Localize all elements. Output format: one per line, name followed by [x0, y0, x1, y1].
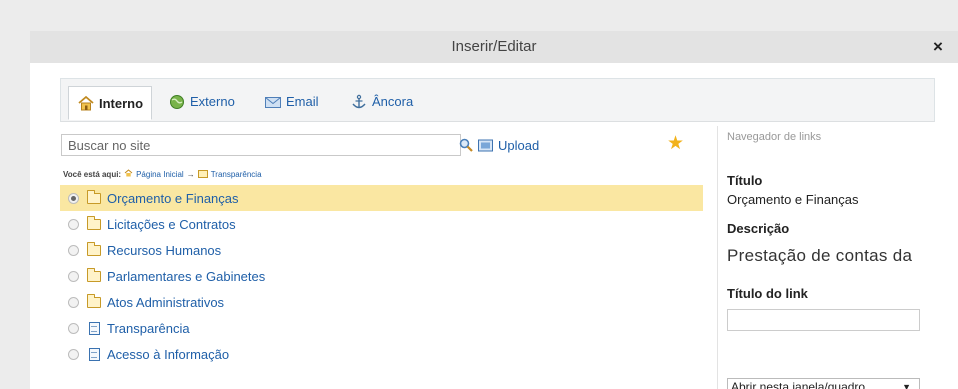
tab-email[interactable]: Email	[264, 86, 319, 117]
content-list: Orçamento e Finanças Licitações e Contra…	[60, 185, 703, 367]
radio-button[interactable]	[68, 218, 79, 230]
home-icon	[77, 95, 95, 111]
tab-interno[interactable]: Interno	[68, 86, 153, 120]
radio-button[interactable]	[68, 296, 79, 308]
tab-label: Email	[286, 94, 319, 109]
breadcrumb-item[interactable]: Página Inicial	[136, 170, 184, 179]
radio-button[interactable]	[68, 348, 79, 360]
list-item[interactable]: Atos Administrativos	[60, 289, 703, 315]
list-item-label: Acesso à Informação	[107, 346, 230, 362]
radio-button[interactable]	[68, 244, 79, 256]
upload-button[interactable]: Upload	[477, 135, 539, 155]
folder-icon	[87, 241, 101, 256]
description-label: Descrição	[727, 221, 790, 236]
breadcrumb-folder-icon	[197, 170, 208, 178]
panel-heading: Navegador de links	[727, 131, 822, 143]
target-select[interactable]: Abrir nesta janela/quadro ▼	[727, 378, 920, 389]
link-title-input[interactable]	[727, 309, 920, 331]
globe-icon	[168, 94, 186, 110]
email-icon	[264, 94, 282, 110]
radio-button[interactable]	[68, 270, 79, 282]
breadcrumb-separator: →	[186, 169, 195, 179]
breadcrumb-item[interactable]: Transparência	[211, 170, 262, 179]
tab-bar: Interno Externo Email Âncora	[60, 78, 935, 122]
list-item[interactable]: Recursos Humanos	[60, 237, 703, 263]
list-item-label: Atos Administrativos	[107, 294, 225, 310]
radio-button[interactable]	[68, 322, 79, 334]
list-item[interactable]: Parlamentares e Gabinetes	[60, 263, 703, 289]
breadcrumb-home-icon	[124, 169, 133, 179]
search-input[interactable]	[61, 134, 461, 156]
list-item[interactable]: Orçamento e Finanças	[60, 185, 703, 211]
list-item-label: Recursos Humanos	[107, 242, 222, 258]
list-item-label: Orçamento e Finanças	[107, 190, 239, 206]
folder-icon	[87, 293, 101, 308]
folder-icon	[87, 215, 101, 230]
panel-divider	[717, 126, 718, 389]
page-icon	[89, 347, 100, 361]
insert-edit-dialog: Inserir/Editar × Interno Externo Email Â…	[30, 31, 958, 389]
page-icon	[89, 321, 100, 335]
description-value: Prestação de contas da	[727, 246, 913, 265]
tab-externo[interactable]: Externo	[168, 86, 235, 117]
dialog-title: Inserir/Editar	[451, 38, 537, 55]
tab-label: Interno	[99, 95, 144, 111]
tab-label: Âncora	[372, 94, 414, 109]
list-item[interactable]: Licitações e Contratos	[60, 211, 703, 237]
title-value: Orçamento e Finanças	[727, 192, 859, 207]
folder-icon	[87, 267, 101, 282]
tab-ancora[interactable]: Âncora	[350, 86, 413, 117]
list-item-label: Licitações e Contratos	[107, 216, 236, 232]
list-item[interactable]: Transparência	[60, 315, 703, 341]
dialog-titlebar[interactable]: Inserir/Editar ×	[30, 31, 958, 63]
folder-icon	[87, 189, 101, 204]
favorite-star-icon[interactable]: ★	[667, 134, 684, 154]
tab-label: Externo	[190, 94, 235, 109]
radio-button[interactable]	[68, 192, 79, 204]
link-title-label: Título do link	[727, 286, 808, 301]
list-item[interactable]: Acesso à Informação	[60, 341, 703, 367]
breadcrumb-prefix: Você está aqui:	[63, 169, 122, 179]
chevron-down-icon: ▼	[902, 382, 911, 389]
breadcrumb: Você está aqui: Página Inicial → Transpa…	[63, 169, 262, 179]
list-item-label: Parlamentares e Gabinetes	[107, 268, 266, 284]
upload-label: Upload	[498, 137, 540, 153]
close-button[interactable]: ×	[928, 37, 948, 57]
target-select-value: Abrir nesta janela/quadro	[731, 380, 866, 389]
search-icon[interactable]	[458, 137, 474, 153]
list-item-label: Transparência	[107, 320, 190, 336]
anchor-icon	[350, 94, 368, 110]
upload-icon	[477, 137, 495, 153]
title-label: Título	[727, 173, 763, 188]
